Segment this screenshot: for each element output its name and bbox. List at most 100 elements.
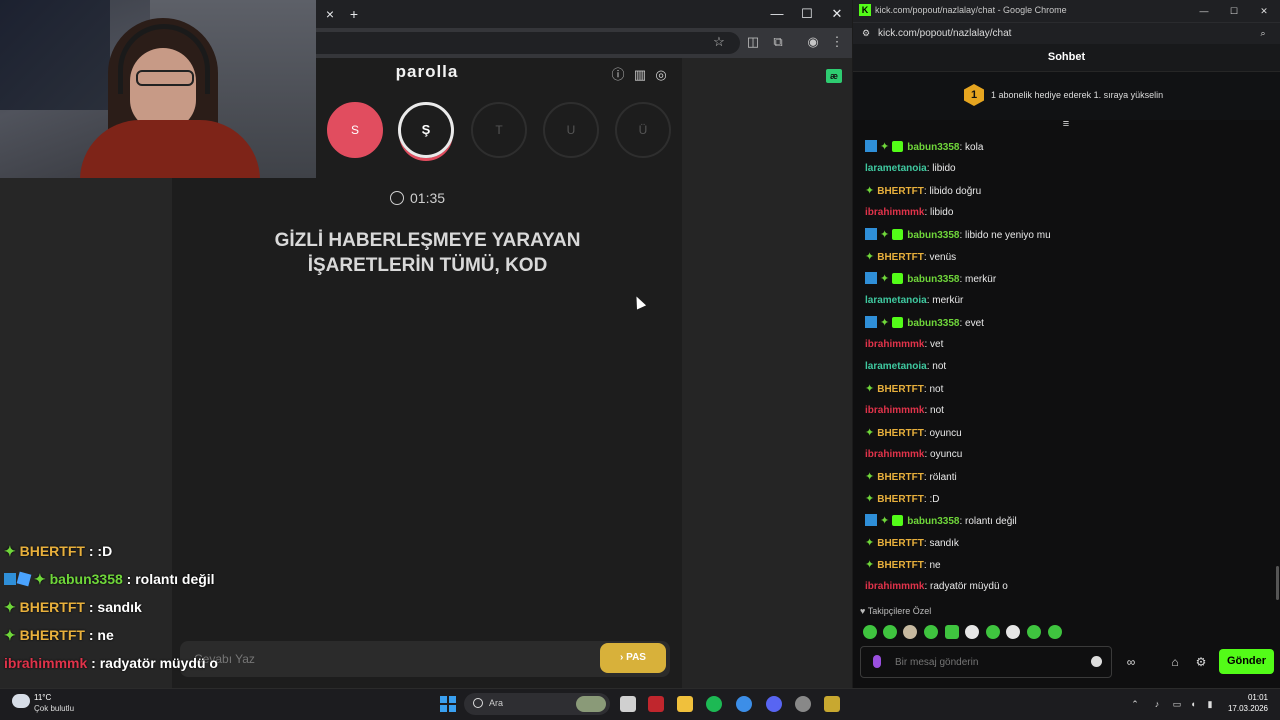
- start-menu-icon[interactable]: [440, 696, 456, 712]
- emote-icon[interactable]: [924, 625, 938, 639]
- profile-avatar-icon[interactable]: ◉: [804, 33, 822, 51]
- chat-username[interactable]: BHERTFT: [877, 472, 924, 483]
- translate-icon[interactable]: ◫: [744, 33, 762, 51]
- extension-badge-icon[interactable]: æ: [826, 69, 842, 83]
- extensions-icon[interactable]: ⧉: [769, 33, 787, 51]
- chat-message-text: merkür: [965, 274, 997, 285]
- chat-username[interactable]: larametanoia: [865, 163, 927, 174]
- question-text: GİZLİ HABERLEŞMEYE YARAYAN İŞARETLERİN T…: [240, 228, 615, 278]
- chat-message-text: rölanti: [929, 472, 957, 483]
- app-icon[interactable]: [824, 696, 840, 712]
- chat-message-text: libido: [930, 207, 954, 218]
- emote-icon[interactable]: [863, 625, 877, 639]
- chat-username[interactable]: BHERTFT: [877, 428, 924, 439]
- overlay-chat-line: ✦ BHERTFT : :D: [4, 543, 113, 559]
- clock-time[interactable]: 01:01: [1230, 693, 1268, 702]
- sparkle-badge-icon: ✦: [865, 559, 875, 571]
- weather-description[interactable]: Çok bulutlu: [34, 704, 74, 713]
- chat-username[interactable]: babun3358: [907, 516, 959, 527]
- overlay-username: BHERTFT: [19, 627, 85, 643]
- app-icon[interactable]: [648, 696, 664, 712]
- chat-message-text: not: [930, 405, 944, 416]
- chat-username[interactable]: babun3358: [907, 142, 959, 153]
- chevron-up-icon[interactable]: ⌃: [1130, 699, 1140, 709]
- chat-url[interactable]: kick.com/popout/nazlalay/chat: [878, 28, 1011, 39]
- chat-username[interactable]: BHERTFT: [877, 538, 924, 549]
- chat-username[interactable]: BHERTFT: [877, 252, 924, 263]
- microphone-icon[interactable]: ♪: [1152, 699, 1162, 709]
- microphone-icon[interactable]: [873, 655, 881, 668]
- bookmark-star-icon[interactable]: ☆: [710, 33, 728, 51]
- chat-scrollbar[interactable]: [1276, 566, 1279, 600]
- chat-popout-window: K kick.com/popout/nazlalay/chat - Google…: [853, 0, 1280, 688]
- tab-close-button[interactable]: ×: [320, 4, 340, 24]
- answer-input[interactable]: [192, 648, 582, 670]
- battery-icon[interactable]: ▮: [1205, 699, 1215, 709]
- emote-icon[interactable]: [1027, 625, 1041, 639]
- zoom-icon[interactable]: ⌕: [1258, 28, 1268, 38]
- chat-message-text: oyuncu: [929, 428, 962, 439]
- settings-gear-icon[interactable]: ⚙: [1193, 654, 1209, 670]
- chat-username[interactable]: BHERTFT: [877, 186, 924, 197]
- store-icon[interactable]: ⌂: [1167, 654, 1183, 670]
- emoji-picker-icon[interactable]: [1091, 656, 1102, 667]
- chat-username[interactable]: ibrahimmmk: [865, 581, 924, 592]
- chat-username[interactable]: babun3358: [907, 230, 959, 241]
- emote-icon[interactable]: [903, 625, 917, 639]
- spotify-icon[interactable]: [706, 696, 722, 712]
- omnibox[interactable]: [300, 32, 740, 54]
- menu-kebab-icon[interactable]: ⋮: [828, 33, 846, 51]
- discord-icon[interactable]: [766, 696, 782, 712]
- search-highlight-icon[interactable]: [576, 696, 606, 712]
- chat-username[interactable]: ibrahimmmk: [865, 339, 924, 350]
- new-tab-button[interactable]: +: [344, 4, 364, 24]
- emote-icon[interactable]: [1048, 625, 1062, 639]
- emote-icon[interactable]: [986, 625, 1000, 639]
- close-window-button[interactable]: ✕: [825, 4, 849, 24]
- chrome-icon[interactable]: [736, 696, 752, 712]
- chat-username[interactable]: ibrahimmmk: [865, 449, 924, 460]
- overlay-username: BHERTFT: [19, 599, 85, 615]
- emote-icon[interactable]: [945, 625, 959, 639]
- chat-username[interactable]: larametanoia: [865, 295, 927, 306]
- user-profile-icon[interactable]: ◎: [653, 67, 669, 83]
- filter-icon[interactable]: ≡: [1059, 118, 1073, 130]
- points-icon[interactable]: ∞: [1123, 654, 1139, 670]
- minimize-button[interactable]: —: [1199, 6, 1209, 16]
- close-window-button[interactable]: ✕: [1259, 6, 1269, 16]
- chat-username[interactable]: larametanoia: [865, 361, 927, 372]
- network-icon[interactable]: ▭: [1172, 699, 1182, 709]
- file-explorer-icon[interactable]: [677, 696, 693, 712]
- chat-username[interactable]: babun3358: [907, 318, 959, 329]
- subscriber-badge-icon: [892, 317, 904, 328]
- clock-icon: [390, 191, 404, 205]
- emote-icon[interactable]: [1006, 625, 1020, 639]
- chat-username[interactable]: ibrahimmmk: [865, 405, 924, 416]
- app-icon[interactable]: [795, 696, 811, 712]
- clock-date[interactable]: 17.03.2026: [1222, 704, 1268, 713]
- stats-chart-icon[interactable]: ▥: [632, 67, 648, 83]
- chat-username[interactable]: ibrahimmmk: [865, 207, 924, 218]
- sparkle-badge-icon: ✦: [880, 273, 890, 285]
- weather-cloud-icon[interactable]: [12, 694, 30, 708]
- chat-username[interactable]: BHERTFT: [877, 560, 924, 571]
- chat-username[interactable]: BHERTFT: [877, 494, 924, 505]
- chat-message-text: sandık: [929, 538, 959, 549]
- emote-icon[interactable]: [965, 625, 979, 639]
- chat-username[interactable]: BHERTFT: [877, 384, 924, 395]
- site-settings-icon[interactable]: ⚙: [861, 28, 871, 38]
- chat-username[interactable]: babun3358: [907, 274, 959, 285]
- volume-icon[interactable]: ◖: [1188, 699, 1198, 709]
- message-input[interactable]: [893, 654, 1073, 670]
- info-icon[interactable]: ⓘ: [610, 67, 626, 83]
- minimize-button[interactable]: —: [765, 4, 789, 24]
- pass-button[interactable]: › PAS: [600, 643, 666, 673]
- maximize-button[interactable]: ☐: [795, 4, 819, 24]
- task-view-icon[interactable]: [620, 696, 636, 712]
- chat-message-text: ne: [929, 560, 941, 571]
- emote-icon[interactable]: [883, 625, 897, 639]
- maximize-button[interactable]: ☐: [1229, 6, 1239, 16]
- overlay-message: radyatör müydü o: [99, 655, 218, 671]
- weather-temperature[interactable]: 11°C: [34, 693, 51, 702]
- send-button[interactable]: Gönder: [1219, 649, 1274, 674]
